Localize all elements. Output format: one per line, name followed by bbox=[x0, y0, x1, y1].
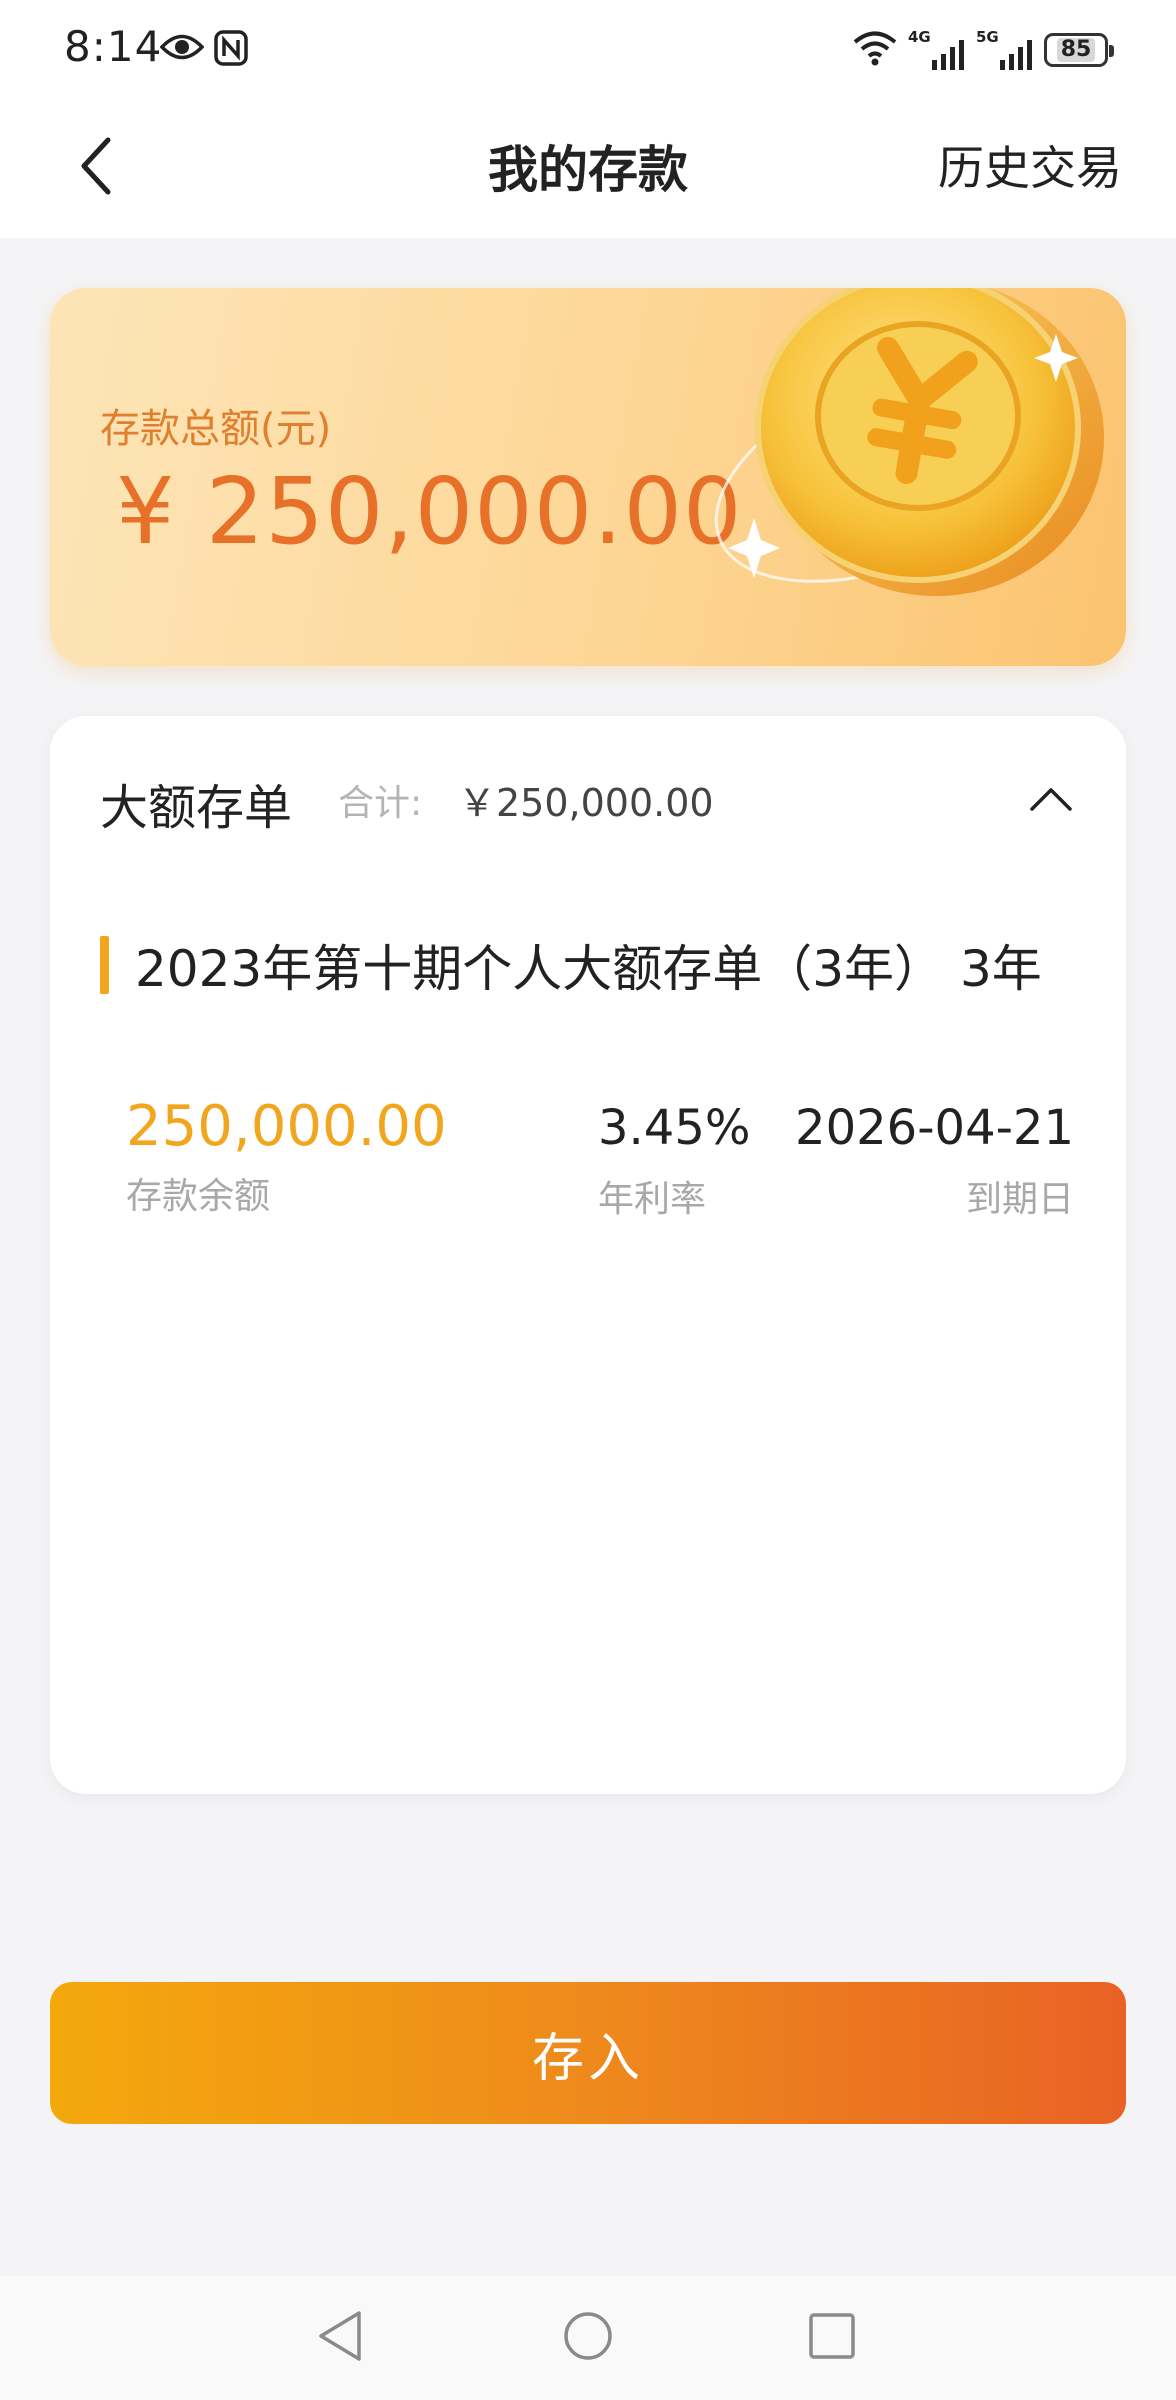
annual-rate-label: 年利率 bbox=[598, 1179, 707, 1220]
annual-rate-stat: 3.45% 年利率 bbox=[598, 1100, 750, 1222]
signal-icon: 5G bbox=[976, 28, 1034, 72]
deposit-type-title: 大额存单 bbox=[100, 780, 293, 836]
annual-rate-value: 3.45% bbox=[598, 1100, 751, 1156]
product-accent-bar bbox=[100, 936, 109, 994]
battery-icon: 85 bbox=[1044, 33, 1114, 67]
chevron-up-icon bbox=[1029, 785, 1073, 817]
history-transactions-link[interactable]: 历史交易 bbox=[938, 132, 1122, 198]
due-date-label: 到期日 bbox=[965, 1179, 1074, 1220]
total-deposit-label: 存款总额(元) bbox=[100, 406, 332, 452]
deposit-balance-stat: 250,000.00 存款余额 bbox=[126, 1094, 447, 1219]
status-time: 8:14 bbox=[64, 22, 163, 71]
signal-1-tag: 4G bbox=[908, 28, 931, 46]
system-nav-bar bbox=[0, 2276, 1176, 2400]
deposit-balance-label: 存款余额 bbox=[126, 1176, 271, 1217]
collapse-button[interactable] bbox=[1016, 766, 1086, 836]
due-date-stat: 2026-04-21 到期日 bbox=[795, 1100, 1074, 1222]
system-back-button[interactable] bbox=[308, 2306, 372, 2370]
triangle-back-icon bbox=[315, 2309, 365, 2367]
circle-home-icon bbox=[561, 2309, 615, 2367]
eye-icon bbox=[159, 32, 205, 66]
system-home-button[interactable] bbox=[556, 2306, 620, 2370]
group-total-label: 合计: bbox=[338, 783, 423, 824]
total-deposit-amount: ¥ 250,000.00 bbox=[116, 458, 743, 565]
status-bar: 8:14 4G 5G 85 bbox=[0, 0, 1176, 100]
signal-icon: 4G bbox=[908, 28, 966, 72]
total-deposit-card: 存款总额(元) ¥ 250,000.00 bbox=[50, 288, 1126, 666]
deposit-balance-value: 250,000.00 bbox=[126, 1094, 447, 1159]
battery-level: 85 bbox=[1056, 38, 1096, 62]
due-date-value: 2026-04-21 bbox=[795, 1100, 1074, 1156]
wifi-icon bbox=[852, 29, 898, 71]
coin-icon bbox=[686, 288, 1126, 666]
nfc-icon bbox=[214, 30, 248, 70]
system-recents-button[interactable] bbox=[800, 2306, 864, 2370]
deposit-button[interactable]: 存入 bbox=[50, 1982, 1126, 2124]
signal-2-tag: 5G bbox=[976, 28, 999, 46]
product-name: 2023年第十期个人大额存单（3年） 3年 bbox=[135, 940, 1042, 998]
square-recents-icon bbox=[806, 2310, 858, 2366]
product-item[interactable]: 2023年第十期个人大额存单（3年） 3年 bbox=[100, 934, 1042, 998]
group-total-value: ￥250,000.00 bbox=[458, 781, 714, 825]
nav-bar: 我的存款 历史交易 bbox=[0, 100, 1176, 238]
status-icons: 4G 5G 85 bbox=[852, 28, 1114, 72]
deposit-group-card: 大额存单 合计: ￥250,000.00 2023年第十期个人大额存单（3年） … bbox=[50, 716, 1126, 1794]
